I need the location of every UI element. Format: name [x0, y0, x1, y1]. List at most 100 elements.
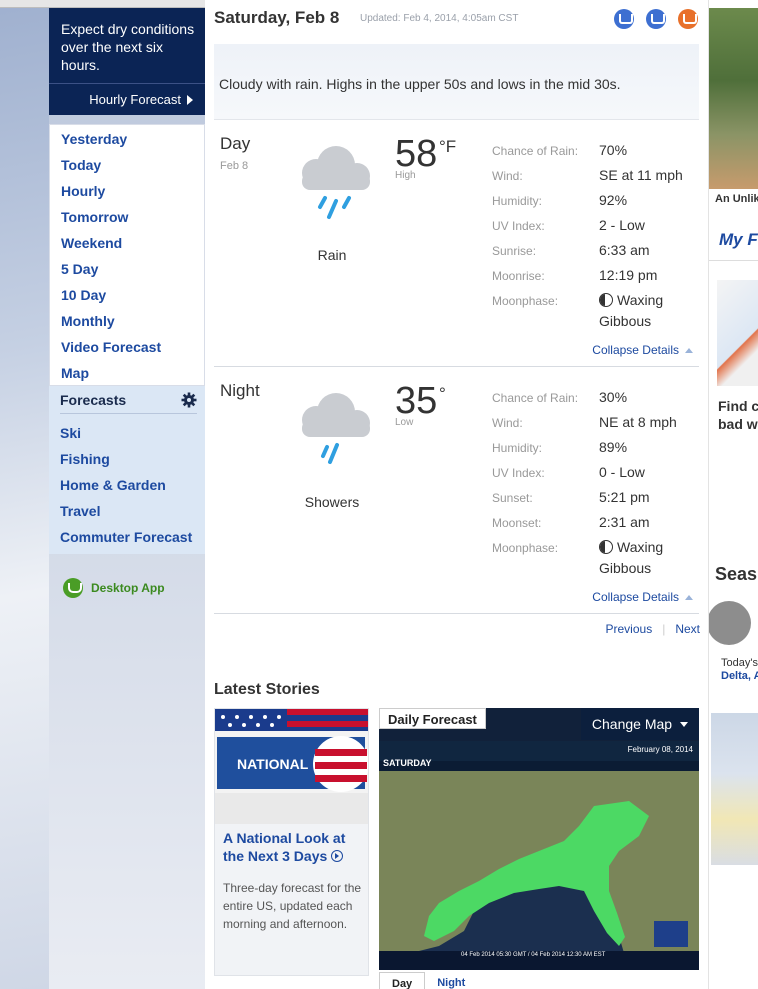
forecast-item-ski[interactable]: Ski [49, 420, 205, 446]
page-title: Saturday, Feb 8 [214, 8, 340, 27]
next-link[interactable]: Next [675, 622, 700, 636]
right-rail-headline[interactable]: Find c bad w [718, 397, 758, 433]
map-title: Daily Forecast [379, 708, 486, 729]
detail-value: Waxing [599, 539, 663, 555]
tab-night[interactable]: Night [425, 972, 477, 989]
detail-label: Moonrise: [492, 269, 545, 283]
moonphase-value-2: Gibbous [599, 313, 652, 329]
detail-label: Chance of Rain: [492, 391, 579, 405]
previous-link[interactable]: Previous [606, 622, 653, 636]
detail-label: UV Index: [492, 219, 545, 233]
detail-value: 89% [599, 439, 628, 455]
chevron-up-icon [685, 594, 693, 600]
daily-forecast-map[interactable]: SATURDAY February 08, 2014 04 Feb 2014 0… [379, 708, 699, 970]
forecasts-heading: Forecasts [60, 390, 197, 414]
detail-value: 92% [599, 192, 628, 208]
nav-item-yesterday[interactable]: Yesterday [50, 126, 204, 152]
desktop-app-icon [63, 578, 83, 598]
detail-row: UV Index: 2 - Low [492, 216, 702, 241]
detail-label: Humidity: [492, 194, 543, 208]
right-rail-ad-image[interactable] [717, 280, 758, 386]
desktop-app-label: Desktop App [91, 581, 165, 595]
forecast-item-fishing[interactable]: Fishing [49, 446, 205, 472]
story-title-link[interactable]: A National Look at the Next 3 Days [223, 829, 363, 865]
gear-icon[interactable] [181, 392, 197, 408]
tree-icon [709, 601, 751, 645]
headline-line-1: Find c [718, 398, 758, 414]
nav-item-5-day[interactable]: 5 Day [50, 256, 204, 282]
nav-item-map[interactable]: Map [50, 360, 204, 386]
collapse-details-link[interactable]: Collapse Details [592, 590, 693, 604]
detail-row: Chance of Rain: 70% [492, 141, 702, 166]
share-icon-2[interactable] [646, 9, 666, 29]
forecast-map-image [379, 741, 699, 970]
forecasts-heading-label: Forecasts [60, 392, 127, 408]
story-title-text: A National Look at the Next 3 Days [223, 830, 346, 864]
detail-label: UV Index: [492, 466, 545, 480]
detail-value: SE at 11 mph [599, 167, 683, 183]
change-map-button[interactable]: Change Map [581, 708, 699, 740]
share-icon-3[interactable] [678, 9, 698, 29]
today-label: Today's [721, 657, 758, 669]
today-item[interactable]: Today's Delta, A [721, 657, 758, 683]
pager-divider: | [662, 622, 666, 636]
map-footer: 04 Feb 2014 05:30 GMT / 04 Feb 2014 12:3… [461, 952, 606, 958]
nav-item-video-forecast[interactable]: Video Forecast [50, 334, 204, 360]
detail-row: Sunset: 5:21 pm [492, 488, 702, 513]
forecast-item-commuter[interactable]: Commuter Forecast [49, 524, 205, 550]
nav-item-weekend[interactable]: Weekend [50, 230, 204, 256]
collapse-label: Collapse Details [592, 343, 679, 357]
map-tabs: Day Night [379, 972, 477, 989]
pager: Previous | Next [606, 622, 701, 636]
nav-item-today[interactable]: Today [50, 152, 204, 178]
right-rail-caption[interactable]: An Unlik [715, 193, 758, 205]
period-name: Day [220, 134, 251, 153]
today-link: Delta, A [721, 670, 758, 682]
change-map-label: Change Map [591, 716, 673, 732]
temperature-label: Low [395, 417, 414, 428]
forecast-item-home-garden[interactable]: Home & Garden [49, 472, 205, 498]
nav-item-monthly[interactable]: Monthly [50, 308, 204, 334]
desktop-app-link[interactable]: Desktop App [63, 578, 165, 598]
detail-value: 5:21 pm [599, 489, 650, 505]
collapse-details-link[interactable]: Collapse Details [592, 343, 693, 357]
moonphase-value: Waxing [617, 539, 664, 555]
forecast-item-travel[interactable]: Travel [49, 498, 205, 524]
low-temperature: 35 [395, 380, 438, 422]
temperature-unit: °F [439, 137, 457, 156]
detail-label: Moonset: [492, 516, 542, 530]
detail-value: 70% [599, 142, 628, 158]
right-rail-photo[interactable] [709, 8, 758, 189]
story-card[interactable]: NATIONAL A National Look at the Next 3 D… [214, 708, 369, 976]
main-content: Saturday, Feb 8 Updated: Feb 4, 2014, 4:… [205, 0, 708, 989]
map-date: February 08, 2014 [627, 745, 693, 754]
moon-phase-icon [599, 293, 613, 307]
right-rail-thumbnail[interactable] [711, 713, 758, 865]
detail-row: UV Index: 0 - Low [492, 463, 702, 488]
share-icons [614, 9, 698, 29]
latest-stories-heading: Latest Stories [214, 681, 320, 698]
detail-value: 6:33 am [599, 242, 650, 258]
detail-value: NE at 8 mph [599, 414, 677, 430]
chevron-up-icon [685, 347, 693, 353]
detail-label: Moonphase: [492, 541, 559, 555]
detail-value: 30% [599, 389, 628, 405]
chevron-down-icon [680, 721, 689, 727]
right-rail: An Unlik My F Find c bad w Seas Today's … [708, 0, 758, 989]
nav-item-hourly[interactable]: Hourly [50, 178, 204, 204]
detail-label: Sunrise: [492, 244, 537, 258]
collapse-label: Collapse Details [592, 590, 679, 604]
my-heading: My F [719, 230, 758, 249]
night-details: Chance of Rain: 30% Wind: NE at 8 mph Humi… [492, 388, 702, 576]
forecast-nav: Yesterday Today Hourly Tomorrow Weekend … [49, 124, 205, 386]
share-icon-1[interactable] [614, 9, 634, 29]
play-icon [331, 850, 344, 862]
nav-item-tomorrow[interactable]: Tomorrow [50, 204, 204, 230]
detail-label: Humidity: [492, 441, 543, 455]
map-header: SATURDAY [383, 758, 432, 768]
story-banner-label: NATIONAL [237, 756, 309, 772]
tab-day[interactable]: Day [379, 972, 426, 989]
day-forecast: Day Feb 8 Rain 58 °F High Chance of Rain… [214, 121, 699, 367]
hourly-forecast-link[interactable]: Hourly Forecast [49, 83, 205, 115]
nav-item-10-day[interactable]: 10 Day [50, 282, 204, 308]
